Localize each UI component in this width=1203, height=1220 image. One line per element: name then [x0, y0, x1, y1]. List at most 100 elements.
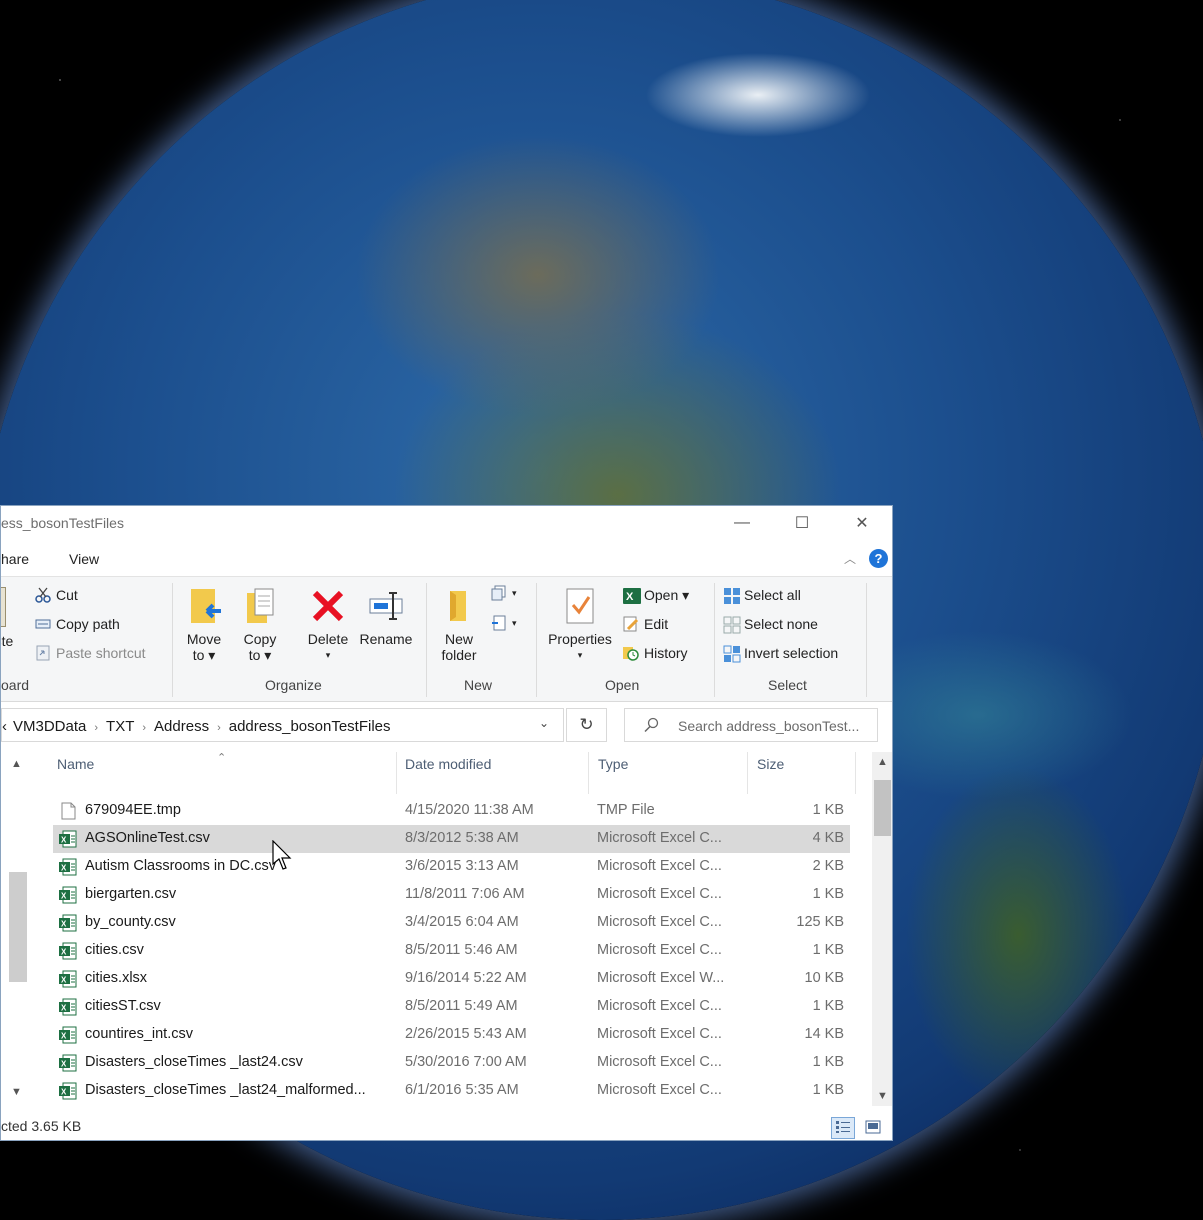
file-size: 1 KB — [812, 942, 844, 958]
chevron-right-icon[interactable]: › — [134, 722, 154, 734]
chevron-right-icon[interactable]: › — [86, 722, 106, 734]
file-row[interactable]: Xby_county.csv 3/4/2015 6:04 AM Microsoft … — [53, 909, 850, 937]
file-row[interactable]: X Disasters_closeTimes _last24.csv 5/30/20… — [53, 1049, 850, 1077]
breadcrumb-current-folder[interactable]: address_bosonTestFiles — [229, 718, 391, 735]
excel-icon: X — [59, 970, 77, 988]
file-name: biergarten.csv — [85, 886, 177, 902]
file-row[interactable]: Xcities.xlsx 9/16/2014 5:22 AM Microsoft E… — [53, 965, 850, 993]
column-header-name[interactable]: Name — [57, 756, 94, 772]
tab-share[interactable]: hare — [1, 551, 29, 567]
nav-scroll-up-icon[interactable]: ▲ — [11, 758, 22, 770]
window-title: ess_bosonTestFiles — [1, 515, 124, 531]
minimize-button[interactable]: — — [719, 508, 765, 538]
address-bar[interactable]: ‹ VM3DData › TXT › Address › address_bosonTestF… — [1, 708, 564, 742]
file-row[interactable]: Xcities.csv 8/5/2011 5:46 AM Microsoft Exc… — [53, 937, 850, 965]
title-bar[interactable]: ess_bosonTestFiles — ☐ ✕ — [1, 506, 892, 542]
file-date-modified: 8/5/2011 5:46 AM — [405, 942, 518, 958]
file-type: TMP File — [597, 802, 655, 818]
search-input[interactable]: Search address_bosonTest... — [624, 708, 878, 742]
cut-button[interactable]: Cut — [35, 587, 78, 603]
copy-path-button[interactable]: Copy path — [35, 616, 120, 632]
new-folder-button[interactable]: New folder — [435, 587, 483, 663]
file-icon — [59, 802, 77, 820]
sort-ascending-icon: ⌃ — [217, 752, 227, 764]
file-date-modified: 3/6/2015 3:13 AM — [405, 858, 519, 874]
scrollbar-thumb[interactable] — [874, 780, 891, 836]
file-list-scrollbar[interactable]: ▲ ▼ — [872, 752, 892, 1106]
file-name: cities.csv — [85, 942, 144, 958]
open-button[interactable]: X Open ▾ — [623, 587, 689, 604]
excel-icon: X — [59, 942, 77, 960]
column-header-type[interactable]: Type — [598, 756, 628, 772]
refresh-button[interactable]: ↻ — [566, 708, 607, 742]
status-text: cted 3.65 KB — [1, 1118, 82, 1134]
file-row[interactable]: Xbiergarten.csv 11/8/2011 7:06 AM Microsof… — [53, 881, 850, 909]
select-all-button[interactable]: Select all — [723, 587, 801, 604]
select-none-button[interactable]: Select none — [723, 616, 818, 634]
copy-to-button[interactable]: Copy to ▾ — [237, 587, 283, 663]
rename-button[interactable]: Rename — [357, 587, 415, 647]
file-name: Autism Classrooms in DC.csv — [85, 858, 276, 874]
chevron-right-icon[interactable]: › — [209, 722, 229, 734]
file-date-modified: 11/8/2011 7:06 AM — [405, 886, 525, 902]
properties-button[interactable]: Properties ▾ — [543, 587, 617, 663]
breadcrumb-vm3ddata[interactable]: VM3DData — [13, 718, 86, 735]
delete-label: Delete — [307, 631, 349, 647]
file-row[interactable]: XcitiesST.csv 8/5/2011 5:49 AM Microsoft E… — [53, 993, 850, 1021]
svg-text:X: X — [61, 1004, 67, 1013]
close-button[interactable]: ✕ — [839, 508, 885, 538]
file-type: Microsoft Excel W... — [597, 970, 725, 986]
new-folder-label: New — [444, 631, 473, 647]
tab-view[interactable]: View — [69, 551, 99, 567]
nav-scroll-down-icon[interactable]: ▼ — [11, 1086, 22, 1098]
file-row[interactable]: X Disasters_closeTimes _last24_malformed.… — [53, 1077, 850, 1105]
breadcrumb-address[interactable]: Address — [154, 718, 209, 735]
scroll-down-icon[interactable]: ▼ — [877, 1090, 888, 1102]
history-button[interactable]: History — [623, 645, 688, 661]
file-row[interactable]: 679094EE.tmp 4/15/2020 11:38 AM TMP File 1 … — [53, 797, 850, 825]
paste-shortcut-button[interactable]: Paste shortcut — [35, 645, 146, 661]
details-view-button[interactable] — [831, 1117, 855, 1139]
move-to-label: Move — [186, 631, 222, 647]
breadcrumb-overflow-icon[interactable]: ‹ — [2, 718, 13, 735]
invert-selection-button[interactable]: Invert selection — [723, 645, 838, 663]
file-type: Microsoft Excel C... — [597, 1082, 722, 1098]
new-item-button[interactable]: ▾ — [491, 585, 517, 601]
paste-shortcut-label: Paste shortcut — [56, 645, 146, 661]
help-icon[interactable]: ? — [869, 549, 888, 568]
file-size: 1 KB — [812, 1054, 844, 1070]
file-row[interactable]: X AGSOnlineTest.csv 8/3/2012 5:38 AM Micros… — [53, 825, 850, 853]
column-header-size[interactable]: Size — [757, 756, 784, 772]
easy-access-button[interactable]: ▾ — [491, 615, 517, 631]
maximize-button[interactable]: ☐ — [779, 508, 825, 538]
rename-label: Rename — [359, 631, 413, 647]
breadcrumb-txt[interactable]: TXT — [106, 718, 134, 735]
invert-selection-icon — [723, 645, 741, 663]
scroll-up-icon[interactable]: ▲ — [877, 756, 888, 768]
ribbon: ste Cut Copy path Paste shortcut oard Mo… — [1, 576, 892, 702]
move-to-button[interactable]: Move to ▾ — [181, 587, 227, 663]
delete-button[interactable]: Delete ▾ — [303, 587, 353, 663]
column-header-date[interactable]: Date modified — [405, 756, 491, 772]
file-row[interactable]: Xcountires_int.csv 2/26/2015 5:43 AM Micro… — [53, 1021, 850, 1049]
large-icons-view-button[interactable] — [861, 1117, 885, 1139]
file-name: 679094EE.tmp — [85, 802, 181, 818]
file-type: Microsoft Excel C... — [597, 914, 722, 930]
file-date-modified: 2/26/2015 5:43 AM — [405, 1026, 527, 1042]
file-type: Microsoft Excel C... — [597, 998, 722, 1014]
select-none-icon — [723, 616, 741, 634]
collapse-ribbon-icon[interactable]: ︿ — [844, 550, 856, 567]
move-to-icon — [187, 587, 221, 625]
file-date-modified: 5/30/2016 7:00 AM — [405, 1054, 527, 1070]
file-name: cities.xlsx — [85, 970, 148, 986]
history-label: History — [644, 645, 688, 661]
address-history-dropdown-icon[interactable]: ⌄ — [539, 716, 549, 730]
large-icons-view-icon — [865, 1120, 881, 1137]
paste-button[interactable]: ste — [1, 587, 17, 649]
nav-scrollbar-thumb[interactable] — [9, 872, 27, 982]
file-row[interactable]: X Autism Classrooms in DC.csv 3/6/2015 3:1… — [53, 853, 850, 881]
svg-text:X: X — [61, 1060, 67, 1069]
copy-to-icon — [243, 587, 277, 625]
file-type: Microsoft Excel C... — [597, 886, 722, 902]
edit-button[interactable]: Edit — [623, 616, 668, 632]
